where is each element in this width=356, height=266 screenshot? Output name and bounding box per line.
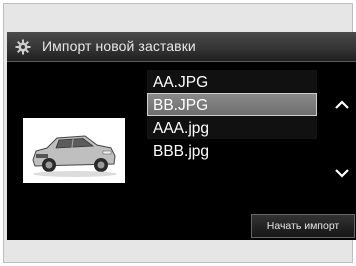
page-title: Импорт новой заставки <box>42 38 196 54</box>
car-preview-image <box>23 118 125 183</box>
screen: Импорт новой заставки AA.JPG BB.JPG AAA.… <box>7 32 356 240</box>
list-item-selected[interactable]: BB.JPG <box>147 93 317 116</box>
list-item[interactable]: AAA.jpg <box>147 116 317 139</box>
gear-icon <box>15 39 31 55</box>
chevron-down-icon[interactable] <box>331 164 353 182</box>
list-item[interactable]: AA.JPG <box>147 70 317 93</box>
car-icon <box>32 135 117 177</box>
list-item[interactable]: BBB.jpg <box>147 139 317 162</box>
file-list: AA.JPG BB.JPG AAA.jpg BBB.jpg <box>147 70 317 162</box>
title-bar: Импорт новой заставки <box>7 32 356 62</box>
chevron-up-icon[interactable] <box>331 96 353 114</box>
start-import-button[interactable]: Начать импорт <box>251 214 355 238</box>
